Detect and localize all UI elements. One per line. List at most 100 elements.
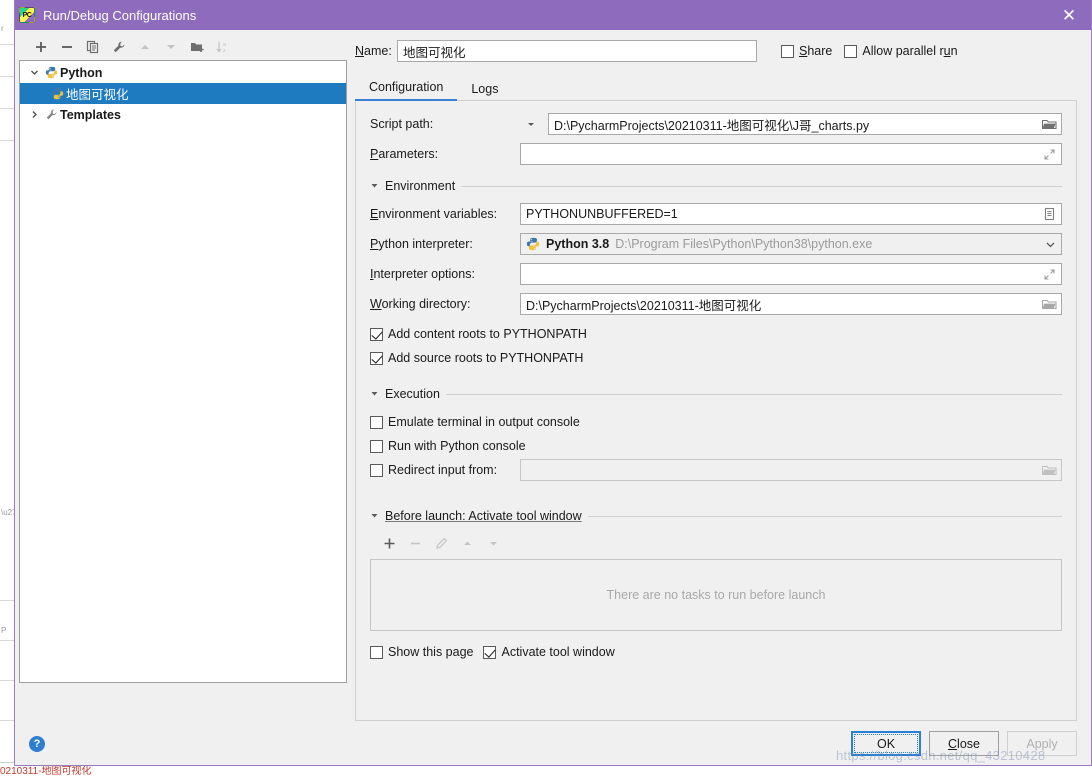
script-path-input[interactable]: [548, 113, 1062, 135]
chevron-down-icon[interactable]: [520, 113, 542, 135]
add-source-roots-label: Add source roots to PYTHONPATH: [388, 351, 583, 365]
environment-variables-label: Environment variables:: [370, 207, 520, 221]
sort-az-icon[interactable]: a z: [211, 36, 235, 58]
share-checkbox[interactable]: Share: [781, 44, 832, 58]
interpreter-options-label: Interpreter options:: [370, 267, 520, 281]
wrench-icon: [42, 108, 60, 121]
caret-down-icon[interactable]: [370, 181, 379, 192]
execution-section-header[interactable]: Execution: [370, 387, 1062, 401]
close-icon[interactable]: ✕: [1047, 0, 1091, 30]
run-with-python-console-checkbox[interactable]: Run with Python console: [370, 439, 526, 453]
ok-button[interactable]: OK: [851, 731, 921, 756]
add-configuration-button[interactable]: [29, 36, 53, 58]
working-directory-control: [520, 293, 1062, 315]
help-icon[interactable]: ?: [29, 736, 45, 752]
parameters-label: Parameters:: [370, 147, 520, 161]
arrow-down-icon[interactable]: [159, 36, 183, 58]
tree-row-python[interactable]: Python: [20, 62, 346, 83]
folder-icon: [1037, 460, 1061, 480]
chevron-down-icon[interactable]: [1039, 239, 1061, 250]
emulate-terminal-label: Emulate terminal in output console: [388, 415, 580, 429]
list-edit-icon[interactable]: [1037, 204, 1061, 224]
redirect-input-field[interactable]: [520, 459, 1062, 481]
emulate-terminal-checkbox[interactable]: Emulate terminal in output console: [370, 415, 580, 429]
allow-parallel-run-checkbox[interactable]: Allow parallel run: [844, 44, 957, 58]
allow-parallel-run-label: Allow parallel run: [862, 44, 957, 58]
environment-variables-control: [520, 203, 1062, 225]
add-source-roots-row: Add source roots to PYTHONPATH: [370, 347, 1062, 369]
arrow-up-icon[interactable]: [133, 36, 157, 58]
arrow-down-icon[interactable]: [482, 533, 504, 553]
folder-icon[interactable]: [1037, 114, 1061, 134]
add-task-button[interactable]: [378, 533, 400, 553]
checkbox-box: [370, 464, 383, 477]
show-this-page-checkbox[interactable]: Show this page: [370, 645, 473, 659]
redirect-input-checkbox[interactable]: Redirect input from:: [370, 463, 497, 477]
checkbox-box: [370, 328, 383, 341]
background-red-text: 0210311-地图可视化: [0, 766, 175, 778]
redirect-input-control: [520, 459, 1062, 481]
before-launch-task-list[interactable]: There are no tasks to run before launch: [370, 559, 1062, 631]
redirect-input-row: Redirect input from:: [370, 459, 1062, 481]
close-button[interactable]: Close: [929, 731, 999, 756]
before-launch-section-header[interactable]: Before launch: Activate tool window: [370, 509, 1062, 523]
tree-row-label: Python: [60, 66, 102, 80]
caret-down-icon[interactable]: [370, 511, 379, 522]
tree-row-ditu-keshihua[interactable]: 地图可视化: [20, 83, 346, 104]
before-launch-empty-text: There are no tasks to run before launch: [607, 588, 826, 602]
environment-section-header[interactable]: Environment: [370, 179, 1062, 193]
expand-icon[interactable]: [1037, 264, 1061, 284]
expand-icon[interactable]: [1037, 144, 1061, 164]
before-launch-toolbar: [378, 533, 1062, 553]
pencil-icon[interactable]: [430, 533, 452, 553]
parameters-control: [520, 143, 1062, 165]
redirect-input-label-group: Redirect input from:: [370, 463, 520, 477]
working-directory-input[interactable]: [520, 293, 1062, 315]
parameters-row: Parameters:: [370, 143, 1062, 165]
configurations-panel: a z Python: [15, 30, 347, 721]
python-interpreter-combo[interactable]: Python 3.8 D:\Program Files\Python\Pytho…: [520, 233, 1062, 255]
interpreter-options-input[interactable]: [520, 263, 1062, 285]
tab-configuration[interactable]: Configuration: [355, 77, 457, 101]
dialog-footer: ? OK Close Apply: [15, 721, 1091, 765]
remove-configuration-button[interactable]: [55, 36, 79, 58]
script-path-label: Script path:: [370, 117, 520, 131]
caret-down-icon[interactable]: [370, 389, 379, 400]
python-interpreter-path: D:\Program Files\Python\Python38\python.…: [615, 237, 872, 251]
run-with-python-console-label: Run with Python console: [388, 439, 526, 453]
checkbox-box: [370, 416, 383, 429]
python-interpreter-label: Python interpreter:: [370, 237, 520, 251]
checkbox-box: [483, 646, 496, 659]
section-divider: [446, 394, 1062, 395]
chevron-right-icon[interactable]: [26, 110, 42, 119]
folder-add-icon[interactable]: [185, 36, 209, 58]
emulate-terminal-row: Emulate terminal in output console: [370, 411, 1062, 433]
section-divider: [588, 516, 1062, 517]
checkbox-box: [370, 646, 383, 659]
checkbox-box: [370, 352, 383, 365]
folder-icon[interactable]: [1037, 294, 1061, 314]
name-input[interactable]: [397, 40, 757, 62]
tab-logs[interactable]: Logs: [457, 79, 512, 101]
add-source-roots-checkbox[interactable]: Add source roots to PYTHONPATH: [370, 351, 583, 365]
copy-icon[interactable]: [81, 36, 105, 58]
activate-tool-window-checkbox[interactable]: Activate tool window: [483, 645, 614, 659]
working-directory-row: Working directory:: [370, 293, 1062, 315]
checkbox-box: [844, 45, 857, 58]
section-divider: [461, 186, 1062, 187]
tree-row-label: 地图可视化: [66, 84, 129, 103]
wrench-icon[interactable]: [107, 36, 131, 58]
remove-task-button[interactable]: [404, 533, 426, 553]
python-interpreter-name: Python 3.8: [546, 237, 609, 251]
configurations-tree[interactable]: Python 地图可视化: [19, 60, 347, 683]
add-content-roots-checkbox[interactable]: Add content roots to PYTHONPATH: [370, 327, 587, 341]
arrow-up-icon[interactable]: [456, 533, 478, 553]
chevron-down-icon[interactable]: [26, 68, 42, 77]
parameters-input[interactable]: [520, 143, 1062, 165]
environment-variables-input[interactable]: [520, 203, 1062, 225]
interpreter-options-row: Interpreter options:: [370, 263, 1062, 285]
tree-row-templates[interactable]: Templates: [20, 104, 346, 125]
show-this-page-label: Show this page: [388, 645, 473, 659]
python-icon: [42, 66, 60, 79]
add-content-roots-row: Add content roots to PYTHONPATH: [370, 323, 1062, 345]
